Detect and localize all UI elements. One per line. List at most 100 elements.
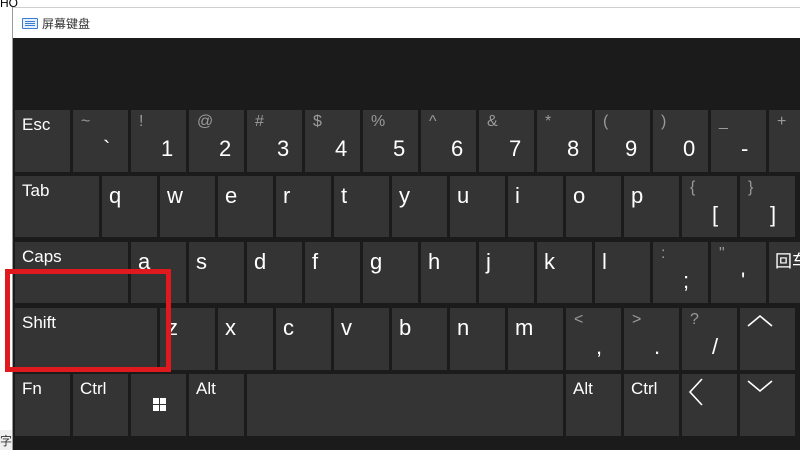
key-enter[interactable]: 回车 (769, 242, 800, 303)
key-semicolon-shift-label: : (661, 245, 666, 262)
key-semicolon[interactable]: : ; (653, 242, 708, 303)
windows-logo-icon (153, 398, 166, 411)
key-y[interactable]: y (392, 176, 447, 237)
key-minus-shift-label: _ (719, 113, 728, 130)
key-g-label: g (370, 249, 383, 274)
key-t[interactable]: t (334, 176, 389, 237)
key-3-label: 3 (277, 136, 290, 161)
key-slash-label: / (712, 334, 719, 359)
key-g[interactable]: g (363, 242, 418, 303)
key-6-shift-label: ^ (429, 113, 437, 130)
key-3-shift-label: # (255, 113, 264, 130)
key-windows[interactable] (131, 374, 186, 436)
key-y-label: y (399, 183, 410, 208)
key-n[interactable]: n (450, 308, 505, 370)
key-s[interactable]: s (189, 242, 244, 303)
key-x[interactable]: x (218, 308, 273, 370)
key-slash-shift-label: ? (690, 311, 699, 328)
key-v[interactable]: v (334, 308, 389, 370)
key-w-label: w (167, 183, 183, 208)
key-t-label: t (341, 183, 348, 208)
key-tab-label: Tab (22, 181, 50, 200)
key-minus[interactable]: _ - (711, 110, 766, 172)
key-fn[interactable]: Fn (15, 374, 70, 436)
key-e[interactable]: e (218, 176, 273, 237)
window-title: 屏幕键盘 (42, 17, 91, 31)
key-5-label: 5 (393, 136, 406, 161)
key-b-label: b (399, 315, 412, 340)
key-0[interactable]: ) 0 (653, 110, 708, 172)
key-period[interactable]: > . (624, 308, 679, 370)
key-u[interactable]: u (450, 176, 505, 237)
key-equals[interactable]: + = (769, 110, 800, 172)
key-6[interactable]: ^ 6 (421, 110, 476, 172)
key-p-label: p (631, 183, 644, 208)
key-x-label: x (225, 315, 236, 340)
key-u-label: u (457, 183, 470, 208)
key-alt[interactable]: Alt (189, 374, 244, 436)
key-right-bracket[interactable]: } ] (740, 176, 795, 237)
key-alt-right[interactable]: Alt (566, 374, 621, 436)
key-4-label: 4 (335, 136, 348, 161)
key-l-label: l (602, 249, 607, 274)
key-ctrl-right[interactable]: Ctrl (624, 374, 679, 436)
left-arrow-icon (688, 378, 703, 406)
key-h[interactable]: h (421, 242, 476, 303)
key-quote[interactable]: " ' (711, 242, 766, 303)
key-o-label: o (573, 183, 586, 208)
key-esc[interactable]: Esc (15, 110, 70, 172)
key-m[interactable]: m (508, 308, 563, 370)
key-9[interactable]: ( 9 (595, 110, 650, 172)
key-down-arrow[interactable] (740, 374, 795, 436)
key-r[interactable]: r (276, 176, 331, 237)
key-7[interactable]: & 7 (479, 110, 534, 172)
key-4[interactable]: $ 4 (305, 110, 360, 172)
key-c-label: c (283, 315, 294, 340)
key-c[interactable]: c (276, 308, 331, 370)
key-comma[interactable]: < , (566, 308, 621, 370)
key-p[interactable]: p (624, 176, 679, 237)
key-3[interactable]: # 3 (247, 110, 302, 172)
key-i[interactable]: i (508, 176, 563, 237)
key-2[interactable]: @ 2 (189, 110, 244, 172)
key-h-label: h (428, 249, 441, 274)
key-e-label: e (225, 183, 238, 208)
key-k[interactable]: k (537, 242, 592, 303)
key-q-label: q (109, 183, 122, 208)
key-d[interactable]: d (247, 242, 302, 303)
key-up-arrow[interactable] (740, 308, 795, 370)
key-1-shift-label: ! (139, 113, 144, 130)
key-8[interactable]: * 8 (537, 110, 592, 172)
key-semicolon-label: ; (683, 268, 690, 293)
key-minus-label: - (741, 136, 749, 161)
key-9-shift-label: ( (603, 113, 609, 130)
keyboard-icon (22, 18, 38, 29)
key-i-label: i (515, 183, 520, 208)
key-comma-shift-label: < (574, 311, 584, 328)
key-j[interactable]: j (479, 242, 534, 303)
key-left-arrow[interactable] (682, 374, 737, 436)
key-q[interactable]: q (102, 176, 157, 237)
key-left-bracket[interactable]: { [ (682, 176, 737, 237)
key-slash[interactable]: ? / (682, 308, 737, 370)
key-l[interactable]: l (595, 242, 650, 303)
key-o[interactable]: o (566, 176, 621, 237)
key-f[interactable]: f (305, 242, 360, 303)
key-ctrl[interactable]: Ctrl (73, 374, 128, 436)
key-tab[interactable]: Tab (15, 176, 99, 237)
key-1[interactable]: ! 1 (131, 110, 186, 172)
shift-key-highlight-box (5, 269, 171, 372)
key-8-label: 8 (567, 136, 580, 161)
key-5[interactable]: % 5 (363, 110, 418, 172)
key-n-label: n (457, 315, 470, 340)
key-b[interactable]: b (392, 308, 447, 370)
key-ctrl-label: Ctrl (80, 379, 107, 398)
key-w[interactable]: w (160, 176, 215, 237)
key-space[interactable] (247, 374, 563, 436)
key-s-label: s (196, 249, 207, 274)
key-backtick[interactable]: ~ ` (73, 110, 128, 172)
key-0-shift-label: ) (661, 113, 667, 130)
title-bar[interactable]: 屏幕键盘 (13, 7, 800, 38)
key-alt-right-label: Alt (573, 379, 593, 398)
key-period-label: . (654, 334, 661, 359)
